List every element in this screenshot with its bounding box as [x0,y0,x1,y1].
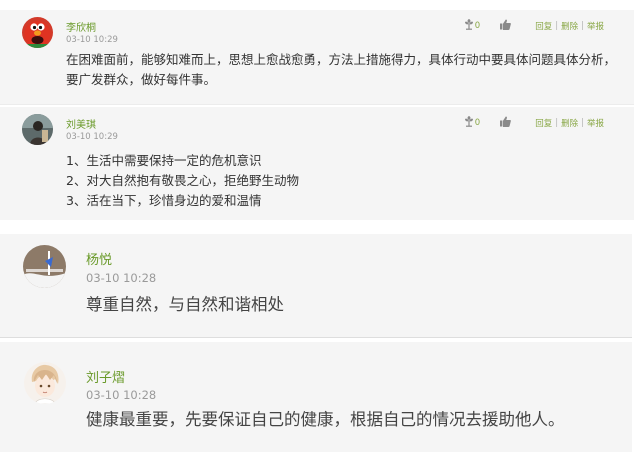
separator: | [581,118,584,128]
timestamp: 03-10 10:28 [86,271,157,285]
like-button[interactable]: 0 [464,116,480,130]
comment-text: 1、生活中需要保持一定的危机意识 2、对大自然抱有敬畏之心，拒绝野生动物 3、活… [66,151,626,211]
delete-link[interactable]: 删除 [561,117,578,129]
comment-line: 3、活在当下，珍惜身边的爱和温情 [66,193,262,208]
comment-line: 2、对大自然抱有敬畏之心，拒绝野生动物 [66,173,299,188]
user-name[interactable]: 李欣桐 [66,19,96,34]
comment-text: 尊重自然，与自然和谐相处 [86,295,284,314]
thumbs-up-button[interactable] [500,19,512,33]
like-button[interactable]: 0 [464,19,480,33]
comment-item: 杨悦 03-10 10:28 尊重自然，与自然和谐相处 [0,234,632,338]
report-link[interactable]: 举报 [587,20,604,32]
reply-link[interactable]: 回复 [535,117,552,129]
user-name[interactable]: 刘子熠 [86,367,125,386]
thumbs-up-icon [500,19,512,33]
thumbs-up-icon [500,116,512,130]
anime-boy-avatar-icon[interactable] [24,362,66,404]
comment-line: 1、生活中需要保持一定的危机意识 [66,153,262,168]
thumbs-up-button[interactable] [500,116,512,130]
timestamp: 03-10 10:29 [66,35,118,45]
comment-actions: 0 回复 | 删除 | 举报 [464,116,604,130]
elmo-avatar-icon[interactable] [22,17,53,48]
like-count: 0 [474,118,481,128]
like-count: 0 [474,21,481,31]
comment-item: 李欣桐 03-10 10:29 0 回复 | 删除 | 举报 在困难面前，能够知… [0,10,634,105]
report-link[interactable]: 举报 [587,117,604,129]
user-name[interactable]: 刘美琪 [66,116,96,131]
separator: | [581,21,584,31]
drawing-avatar-icon[interactable] [23,245,66,288]
timestamp: 03-10 10:28 [86,388,157,402]
photo-avatar-icon[interactable] [22,114,53,145]
separator: | [555,118,559,128]
comment-actions: 0 回复 | 删除 | 举报 [464,19,604,33]
comment-text: 在困难面前，能够知难而上，思想上愈战愈勇，方法上措施得力，具体行动中要具体问题具… [66,52,617,87]
comment-text: 健康最重要，先要保证自己的健康，根据自己的情况去援助他人。 [86,410,565,429]
user-name[interactable]: 杨悦 [86,249,112,268]
comment-item: 刘子熠 03-10 10:28 健康最重要，先要保证自己的健康，根据自己的情况去… [0,342,632,452]
reply-link[interactable]: 回复 [535,20,552,32]
comment-item: 刘美琪 03-10 10:29 0 回复 | 删除 | 举报 1、生活中需要保持… [0,107,634,220]
timestamp: 03-10 10:29 [66,132,118,142]
flower-like-icon [464,19,474,33]
comment-list: 李欣桐 03-10 10:29 0 回复 | 删除 | 举报 在困难面前，能够知… [0,0,638,458]
separator: | [555,21,559,31]
delete-link[interactable]: 删除 [561,20,578,32]
flower-like-icon [464,116,474,130]
